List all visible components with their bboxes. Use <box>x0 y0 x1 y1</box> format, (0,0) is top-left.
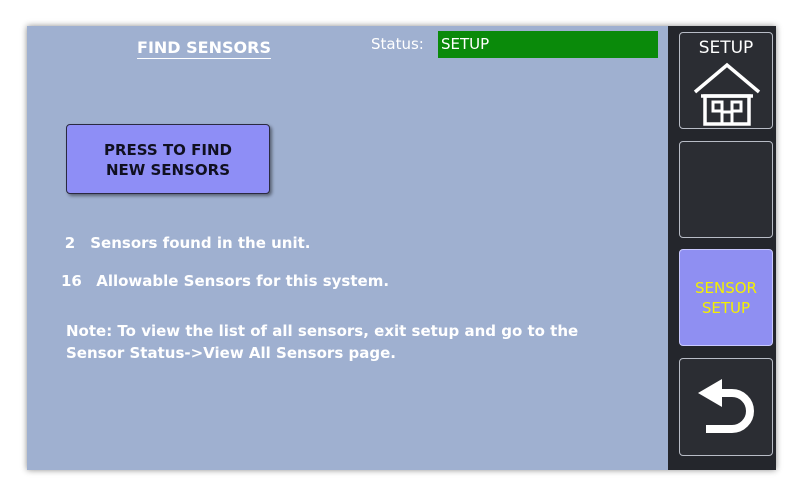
status-label: Status: <box>371 35 424 53</box>
allowable-sensors-count: 16 <box>61 272 82 290</box>
status-value: SETUP <box>438 31 658 58</box>
allowable-sensors-row: 16 Allowable Sensors for this system. <box>61 272 389 290</box>
sensors-found-count: 2 <box>64 234 76 252</box>
sidebar: SETUP SENSOR SETUP <box>668 26 776 470</box>
find-new-sensors-button[interactable]: PRESS TO FIND NEW SENSORS <box>66 124 270 194</box>
setup-home-button[interactable]: SETUP <box>679 32 773 129</box>
page-title: FIND SENSORS <box>137 38 271 57</box>
home-icon <box>693 62 761 126</box>
sensor-setup-button[interactable]: SENSOR SETUP <box>679 249 773 346</box>
main-panel: FIND SENSORS Status: SETUP PRESS TO FIND… <box>27 26 668 470</box>
sensor-setup-label: SENSOR SETUP <box>695 278 757 317</box>
device-screen: FIND SENSORS Status: SETUP PRESS TO FIND… <box>27 26 776 470</box>
find-new-sensors-label: PRESS TO FIND NEW SENSORS <box>104 141 232 179</box>
back-arrow-icon <box>698 379 754 433</box>
setup-label: SETUP <box>698 38 754 58</box>
allowable-sensors-text: Allowable Sensors for this system. <box>96 272 390 290</box>
sensors-found-text: Sensors found in the unit. <box>90 234 311 252</box>
back-button[interactable] <box>679 358 773 456</box>
note-text: Note: To view the list of all sensors, e… <box>66 322 579 362</box>
blank-side-button[interactable] <box>679 141 773 238</box>
sensors-found-row: 2 Sensors found in the unit. <box>55 234 311 252</box>
